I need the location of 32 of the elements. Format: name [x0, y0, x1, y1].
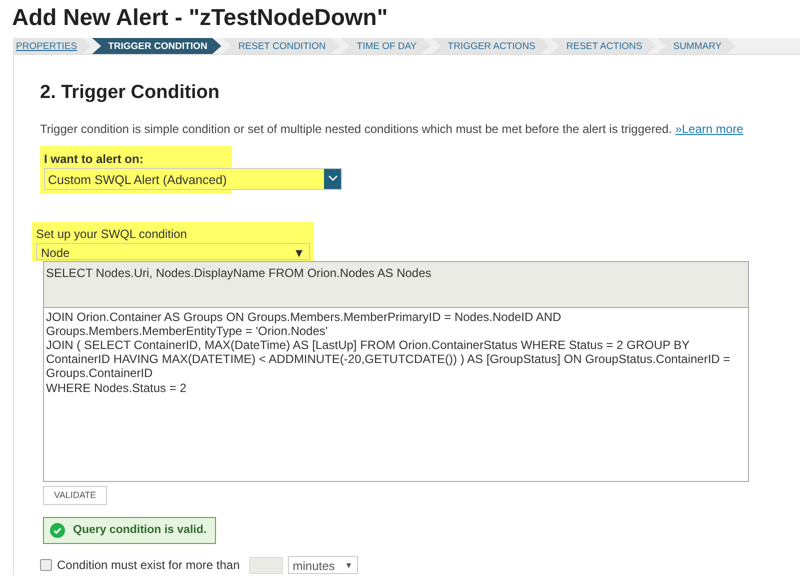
object-type-dropdown[interactable]: Node ▼ [36, 242, 310, 260]
validate-button[interactable]: VALIDATE [43, 486, 108, 505]
minutes-input[interactable] [248, 556, 283, 574]
query-line: Groups.ContainerID [46, 366, 154, 381]
description-text: Trigger condition is simple condition or set of multiple nested conditions which must be met before the alert is triggered. »Learn more [40, 120, 744, 138]
query-input-box[interactable] [43, 308, 749, 482]
query-line: Groups.Members.MemberEntityType = 'Orion.Nodes' [46, 324, 329, 338]
section-title: 2. Trigger Condition [40, 81, 220, 105]
step-tab[interactable]: RESET ACTIONS [550, 38, 656, 54]
step-tab[interactable]: SUMMARY [657, 38, 736, 54]
field-label: I want to alert on: [44, 150, 144, 168]
success-text: Query condition is valid. [73, 523, 207, 538]
query-line: JOIN Orion.Container AS Groups ON Groups.Members.MemberPrimaryID = Nodes.NodeID AND [46, 310, 562, 324]
checkbox-label: Condition must exist for more than [57, 557, 240, 574]
select-query-box: SELECT Nodes.Uri, Nodes.DisplayName FROM Orion.Nodes AS Nodes [43, 260, 749, 308]
field-label: Set up your SWQL condition [36, 226, 188, 242]
learn-more-link[interactable]: »Learn more [675, 122, 744, 136]
page-title: Add New Alert - "zTestNodeDown" [11, 3, 389, 32]
alert-type-dropdown[interactable]: Custom SWQL Alert (Advanced) [44, 168, 342, 190]
step-tab[interactable]: RESET CONDITION [222, 38, 340, 54]
query-line: WHERE Nodes.Status = 2 [46, 380, 188, 395]
step-tab[interactable]: PROPERTIES [13, 38, 92, 54]
step-tab[interactable]: TRIGGER CONDITION [92, 38, 222, 54]
check-circle-icon [50, 523, 65, 538]
checkbox[interactable] [40, 559, 52, 572]
step-tab[interactable]: TIME OF DAY [340, 38, 431, 54]
query-line: JOIN ( SELECT ContainerID, MAX(DateTime) AS [LastUp] FROM Orion.ContainerStatus WHERE Status = 2 GROUP BY [46, 338, 691, 352]
unit-dropdown[interactable]: minutes ▼ [288, 556, 358, 574]
chevron-down-icon [324, 168, 341, 188]
query-line: ContainerID HAVING MAX(DATETIME) < ADDMINUTE(-20,GETUTCDATE()) ) AS [GroupStatus] ON GroupStatus.ContainerID = [46, 352, 732, 366]
step-tab[interactable]: TRIGGER ACTIONS [432, 38, 550, 54]
caret-icon: ▼ [293, 244, 305, 258]
